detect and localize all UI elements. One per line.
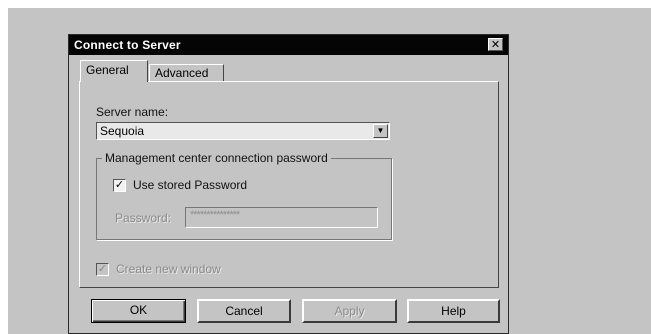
create-new-window-checkbox[interactable]: ✓ — [96, 263, 109, 276]
help-button-label: Help — [441, 304, 466, 318]
apply-button[interactable]: Apply — [302, 299, 397, 323]
create-new-window-label[interactable]: Create new window — [116, 262, 221, 276]
tab-advanced[interactable]: Advanced — [149, 64, 224, 82]
dropdown-button[interactable]: ▼ — [373, 124, 388, 138]
password-field[interactable]: *************** — [185, 207, 378, 228]
tab-general-label: General — [86, 63, 129, 77]
cancel-button-label: Cancel — [225, 304, 263, 318]
checkmark-icon: ✓ — [114, 179, 125, 191]
password-masked-value: *************** — [190, 209, 240, 221]
ok-button[interactable]: OK — [91, 299, 186, 323]
close-button[interactable]: ✕ — [488, 38, 503, 51]
close-icon: ✕ — [490, 39, 501, 51]
password-group-title: Management center connection password — [102, 151, 331, 165]
help-button[interactable]: Help — [407, 299, 500, 323]
apply-button-label: Apply — [334, 304, 365, 318]
use-stored-password-label[interactable]: Use stored Password — [133, 178, 247, 192]
server-name-combobox[interactable]: Sequoia ▼ — [96, 122, 390, 140]
cancel-button[interactable]: Cancel — [197, 299, 291, 323]
title-bar[interactable]: Connect to Server ✕ — [69, 35, 508, 55]
ok-button-label: OK — [129, 303, 148, 317]
connect-to-server-dialog: Connect to Server ✕ General Advanced Ser… — [68, 34, 509, 334]
server-name-label: Server name: — [96, 105, 169, 119]
server-name-value: Sequoia — [100, 124, 145, 138]
tab-general[interactable]: General — [80, 60, 148, 82]
use-stored-password-checkbox[interactable]: ✓ — [113, 179, 126, 192]
chevron-down-icon: ▼ — [376, 126, 385, 135]
checkmark-icon: ✓ — [97, 263, 108, 275]
dialog-title: Connect to Server — [74, 38, 181, 52]
tab-advanced-label: Advanced — [155, 66, 209, 80]
password-label: Password: — [115, 211, 172, 225]
